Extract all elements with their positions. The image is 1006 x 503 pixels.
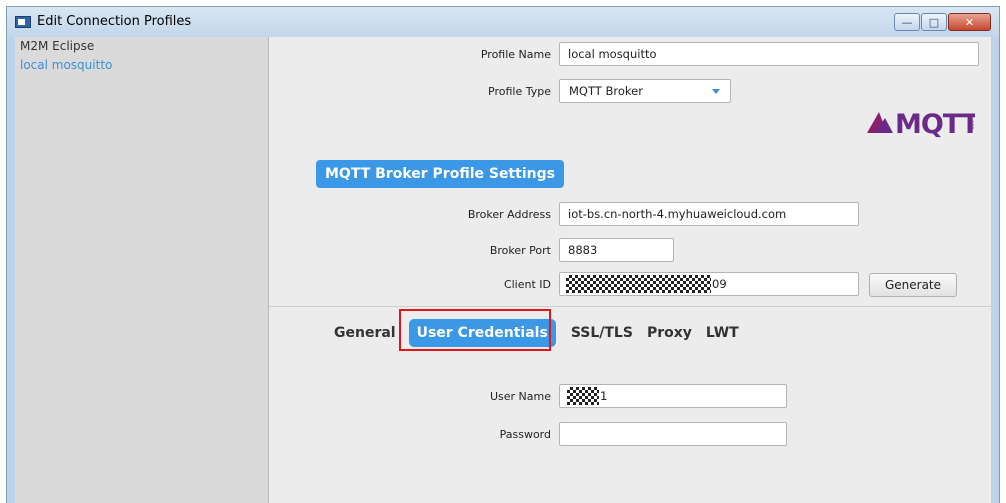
mqtt-logo-sub: org (968, 120, 975, 130)
settings-tabs: General User Credentials SSL/TLS Proxy L… (327, 319, 746, 347)
sidebar-item-local-mosquitto[interactable]: local mosquitto (15, 56, 268, 75)
profile-type-select[interactable]: MQTT Broker (559, 79, 731, 103)
broker-profile-settings-button[interactable]: MQTT Broker Profile Settings (316, 160, 564, 188)
app-icon (15, 16, 31, 28)
client-id-redaction (566, 275, 711, 293)
edit-connection-profiles-window: Edit Connection Profiles — □ ✕ M2M Eclip… (6, 6, 1000, 503)
broker-port-label: Broker Port (489, 244, 551, 257)
close-icon[interactable]: ✕ (948, 13, 991, 31)
tab-lwt[interactable]: LWT (699, 319, 746, 347)
user-name-label: User Name (489, 390, 551, 403)
profile-type-value: MQTT Broker (569, 84, 643, 98)
tab-proxy[interactable]: Proxy (640, 319, 699, 347)
password-input[interactable] (559, 422, 787, 446)
title-bar: Edit Connection Profiles — □ ✕ (7, 7, 999, 37)
window-controls: — □ ✕ (893, 13, 991, 31)
sidebar-item-m2m-eclipse[interactable]: M2M Eclipse (15, 37, 268, 56)
broker-address-label: Broker Address (467, 208, 551, 221)
client-id-label: Client ID (503, 278, 551, 291)
mqtt-logo: MQTT org (867, 109, 975, 140)
user-name-redaction (567, 387, 599, 405)
tab-user-credentials[interactable]: User Credentials (408, 319, 556, 347)
profile-name-label: Profile Name (480, 48, 551, 61)
user-name-suffix: 1 (600, 389, 608, 403)
chevron-down-icon (712, 89, 720, 94)
password-label: Password (499, 428, 551, 441)
profile-name-input[interactable] (559, 42, 979, 66)
minimize-icon[interactable]: — (894, 13, 920, 31)
window-title: Edit Connection Profiles (37, 14, 192, 29)
mqtt-logo-text: MQTT (895, 109, 975, 140)
profile-type-label: Profile Type (488, 85, 551, 98)
broker-port-input[interactable] (559, 238, 674, 262)
maximize-icon[interactable]: □ (921, 13, 947, 31)
generate-button[interactable]: Generate (869, 273, 957, 297)
profiles-sidebar: M2M Eclipse local mosquitto (15, 37, 269, 503)
client-id-suffix: 09 (712, 277, 727, 291)
tab-general[interactable]: General (327, 319, 403, 347)
divider (269, 306, 991, 307)
broker-address-input[interactable] (559, 202, 859, 226)
tab-ssl-tls[interactable]: SSL/TLS (564, 319, 640, 347)
